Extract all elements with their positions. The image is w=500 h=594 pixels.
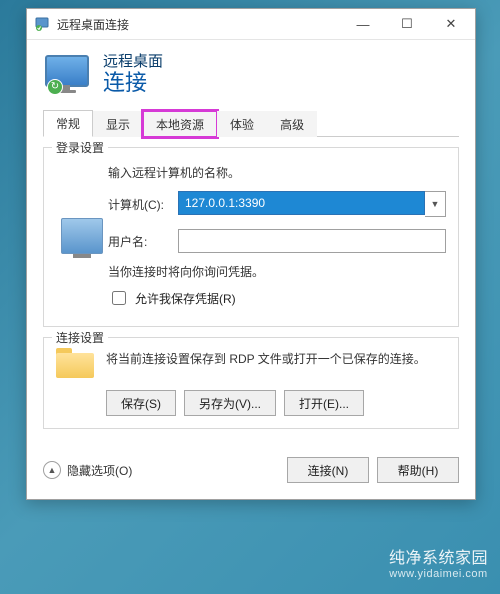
dialog-header: ↻ 远程桌面 连接 — [27, 40, 475, 111]
watermark-url: www.yidaimei.com — [389, 568, 488, 580]
credentials-note: 当你连接时将向你询问凭据。 — [108, 263, 446, 280]
login-legend: 登录设置 — [52, 139, 108, 156]
chevron-up-icon: ▲ — [43, 461, 61, 479]
header-subtitle: 连接 — [103, 71, 163, 95]
chevron-down-icon[interactable]: ▼ — [425, 191, 446, 217]
hide-options-label: 隐藏选项(O) — [67, 462, 132, 479]
tab-experience[interactable]: 体验 — [217, 111, 267, 137]
connect-button[interactable]: 连接(N) — [287, 457, 369, 483]
login-prompt: 输入远程计算机的名称。 — [108, 164, 446, 181]
watermark: 纯净系统家园 www.yidaimei.com — [389, 544, 488, 580]
minimize-button[interactable]: ― — [341, 10, 385, 38]
computer-combo[interactable]: ▼ — [178, 191, 446, 217]
open-button[interactable]: 打开(E)... — [284, 390, 364, 416]
tab-display[interactable]: 显示 — [93, 111, 143, 137]
computer-input[interactable] — [178, 191, 425, 215]
hide-options-toggle[interactable]: ▲ 隐藏选项(O) — [43, 461, 279, 479]
tab-strip: 常规 显示 本地资源 体验 高级 — [43, 111, 459, 137]
save-credentials-input[interactable] — [112, 291, 126, 305]
titlebar[interactable]: 远程桌面连接 ― ☐ ✕ — [27, 9, 475, 40]
app-icon — [35, 16, 51, 32]
rdc-dialog: 远程桌面连接 ― ☐ ✕ ↻ 远程桌面 连接 常规 显示 本地资源 体验 高级 … — [26, 8, 476, 500]
watermark-text: 纯净系统家园 — [389, 550, 488, 567]
header-title: 远程桌面 — [103, 50, 163, 71]
computer-label: 计算机(C): — [108, 196, 178, 213]
tab-general[interactable]: 常规 — [43, 110, 93, 137]
dialog-footer: ▲ 隐藏选项(O) 连接(N) 帮助(H) — [27, 447, 475, 499]
connection-settings-group: 连接设置 将当前连接设置保存到 RDP 文件或打开一个已保存的连接。 保存(S)… — [43, 337, 459, 429]
help-button[interactable]: 帮助(H) — [377, 457, 459, 483]
save-credentials-checkbox[interactable]: 允许我保存凭据(R) — [108, 288, 446, 308]
username-label: 用户名: — [108, 233, 178, 250]
tab-advanced[interactable]: 高级 — [267, 111, 317, 137]
close-button[interactable]: ✕ — [429, 10, 473, 38]
save-button[interactable]: 保存(S) — [106, 390, 176, 416]
monitor-icon — [61, 218, 103, 254]
conn-text: 将当前连接设置保存到 RDP 文件或打开一个已保存的连接。 — [106, 348, 446, 368]
login-settings-group: 登录设置 输入远程计算机的名称。 计算机(C): ▼ — [43, 147, 459, 327]
username-input[interactable] — [178, 229, 446, 253]
folder-icon — [56, 348, 94, 378]
conn-legend: 连接设置 — [52, 329, 108, 346]
save-credentials-label: 允许我保存凭据(R) — [135, 290, 236, 307]
tab-local-resources[interactable]: 本地资源 — [143, 111, 217, 137]
maximize-button[interactable]: ☐ — [385, 10, 429, 38]
save-as-button[interactable]: 另存为(V)... — [184, 390, 276, 416]
rdc-icon: ↻ — [45, 53, 89, 93]
window-title: 远程桌面连接 — [57, 16, 341, 33]
